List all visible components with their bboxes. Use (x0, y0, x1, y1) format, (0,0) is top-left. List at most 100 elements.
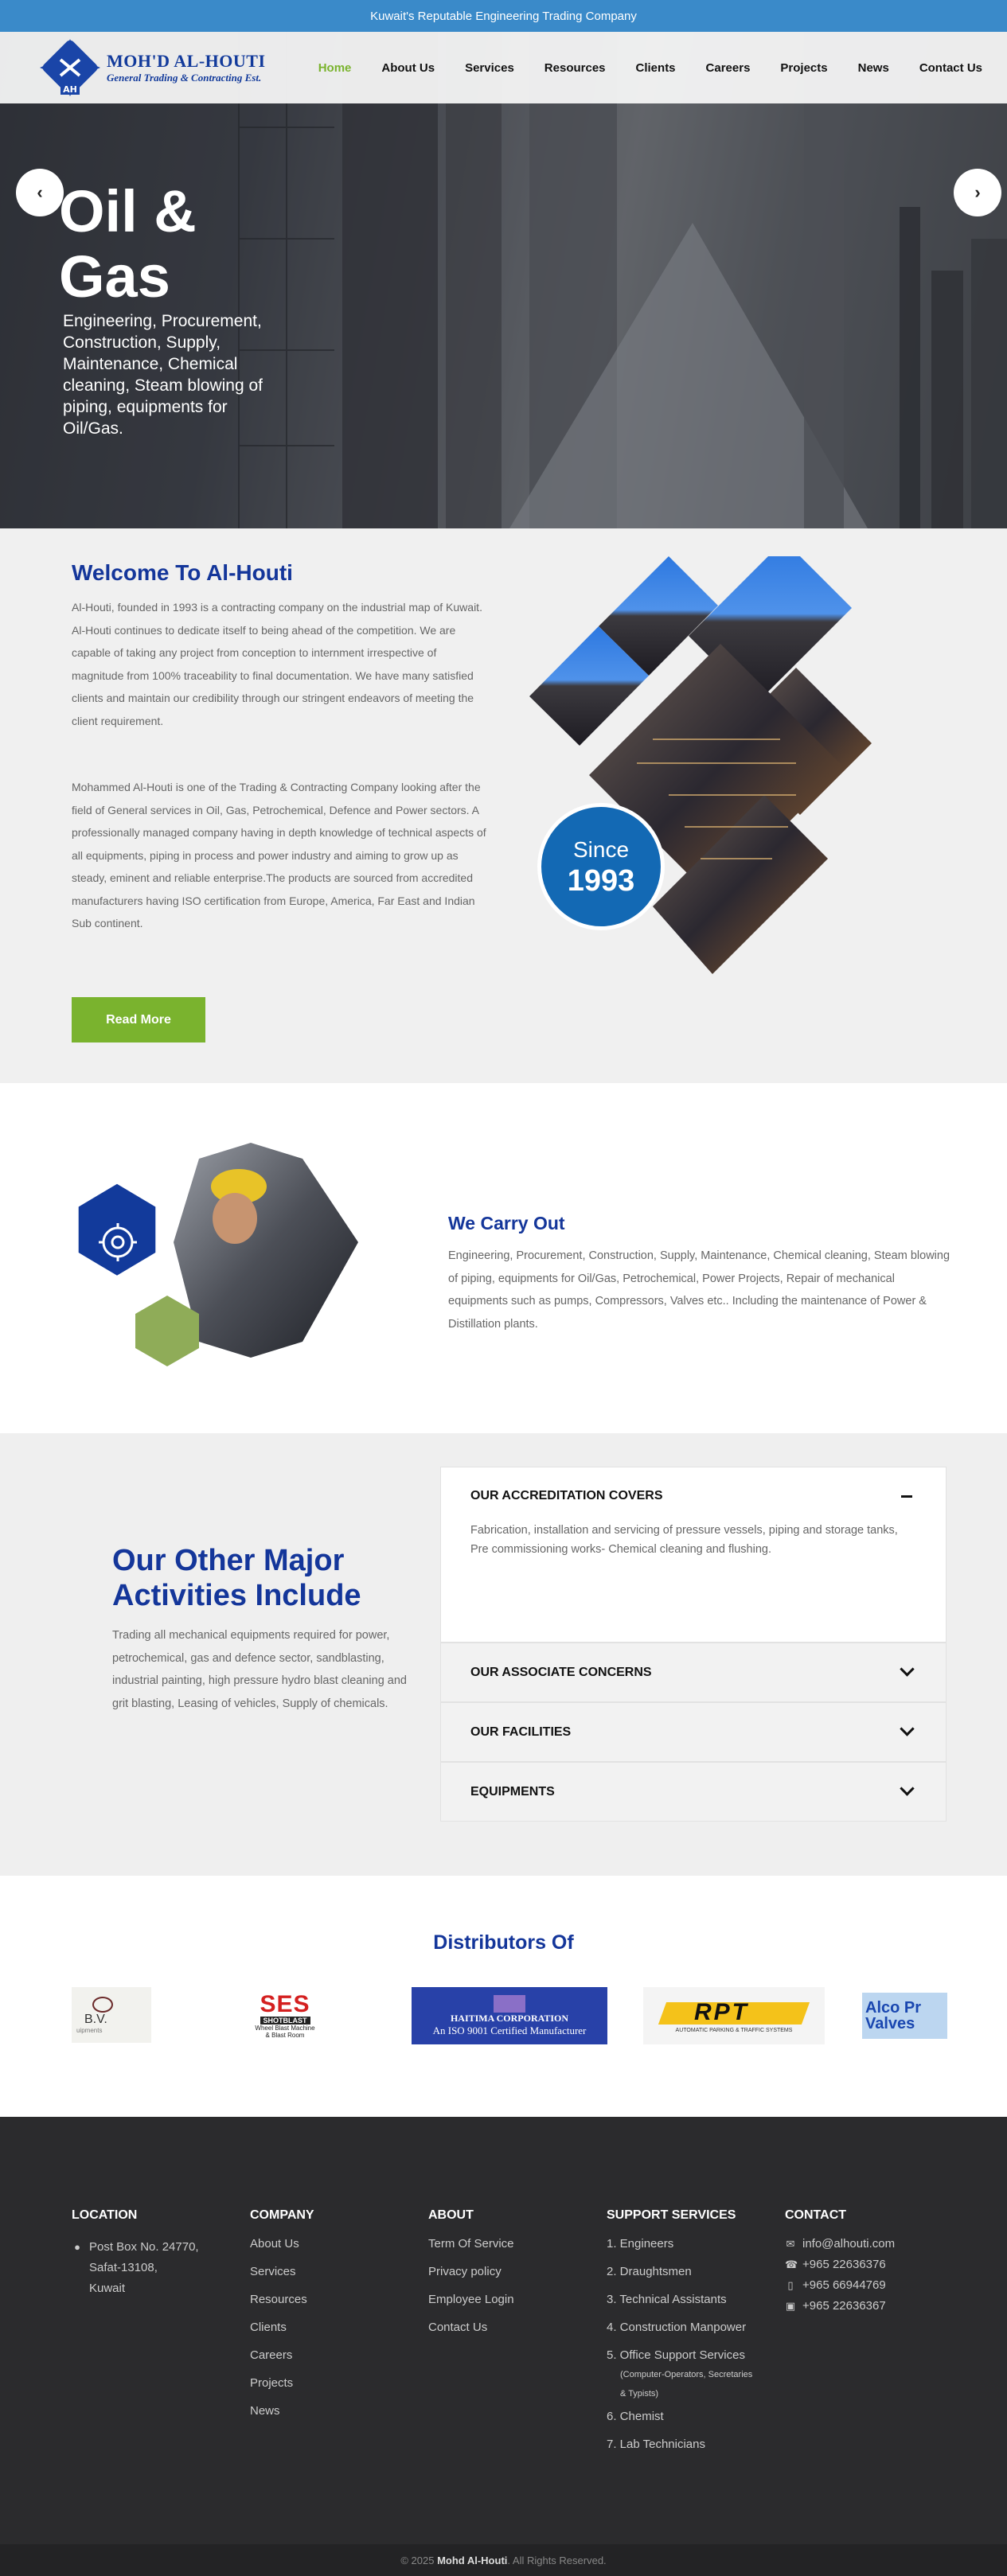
slider-prev-button[interactable]: ‹ (16, 169, 64, 216)
copyright-bar: © 2025 Mohd Al-Houti. All Rights Reserve… (0, 2544, 1007, 2576)
support-item: 5. Office Support Services (607, 2348, 745, 2362)
nav-careers[interactable]: Careers (691, 61, 766, 75)
footer-link-careers[interactable]: Careers (250, 2348, 314, 2362)
footer-link-about-us[interactable]: About Us (250, 2237, 314, 2251)
accordion: OUR ACCREDITATION COVERS Fabrication, in… (440, 1467, 947, 1822)
top-announcement-bar: Kuwait's Reputable Engineering Trading C… (0, 0, 1007, 32)
accordion-item-accreditation[interactable]: OUR ACCREDITATION COVERS Fabrication, in… (440, 1467, 947, 1643)
activities-title: Our Other Major Activities Include (112, 1544, 361, 1612)
welcome-paragraph-1: Al-Houti, founded in 1993 is a contracti… (72, 601, 482, 727)
footer-link-employee-login[interactable]: Employee Login (428, 2293, 514, 2306)
contact-email[interactable]: info@alhouti.com (802, 2237, 895, 2251)
mobile-icon: ▯ (787, 2279, 794, 2291)
nav-resources[interactable]: Resources (529, 61, 621, 75)
main-nav: Home About Us Services Resources Clients… (318, 61, 997, 75)
carry-title: We Carry Out (448, 1213, 565, 1233)
refinery-diamond-collage (529, 556, 872, 974)
footer-heading: ABOUT (428, 2208, 474, 2222)
accordion-item-facilities[interactable]: OUR FACILITIES (440, 1702, 947, 1762)
chevron-down-icon (900, 1721, 915, 1736)
chevron-left-icon: ‹ (37, 182, 43, 202)
support-item: 7. Lab Technicians (607, 2438, 705, 2451)
logo-name: MOH'D AL-HOUTI (107, 51, 266, 71)
footer-heading: SUPPORT SERVICES (607, 2208, 736, 2222)
nav-home[interactable]: Home (318, 61, 367, 75)
distributor-logo-1[interactable]: B.V. uipments (72, 1987, 151, 2043)
distributors-section: Distributors Of B.V. uipments SES SHOTBL… (0, 1876, 1007, 2117)
footer-contact: CONTACT ✉ info@alhouti.com ☎ +965 22636376… (785, 2208, 895, 2320)
minus-icon[interactable] (901, 1495, 912, 1498)
location-pin-icon: ● (74, 2241, 80, 2253)
hero-slider: Oil & Gas Engineering, Procurement, Cons… (0, 32, 1007, 528)
nav-news[interactable]: News (843, 61, 904, 75)
accordion-body: Fabrication, installation and servicing … (470, 1524, 898, 1556)
footer-link-projects[interactable]: Projects (250, 2376, 314, 2390)
copyright-company: Mohd Al-Houti (437, 2554, 508, 2566)
announcement-text: Kuwait's Reputable Engineering Trading C… (370, 9, 637, 23)
distributor-logo-haitima[interactable]: HAITIMA CORPORATION An ISO 9001 Certifie… (412, 1987, 607, 2044)
footer-company: COMPANY About Us Services Resources Clie… (250, 2208, 314, 2432)
nav-about-us[interactable]: About Us (366, 61, 450, 75)
welcome-paragraph-2: Mohammed Al-Houti is one of the Trading … (72, 781, 486, 929)
distributor-logo-alco[interactable]: Alco Pr Valves (862, 1993, 947, 2039)
carry-text: Engineering, Procurement, Construction, … (448, 1249, 950, 1331)
site-footer: LOCATION ● Post Box No. 24770, Safat-1310… (0, 2117, 1007, 2544)
footer-link-terms[interactable]: Term Of Service (428, 2237, 514, 2251)
chevron-down-icon (900, 1781, 915, 1796)
site-logo[interactable]: AH MOH'D AL-HOUTI General Trading & Cont… (38, 37, 266, 98)
chevron-right-icon: › (974, 182, 981, 202)
footer-about: ABOUT Term Of Service Privacy policy Emp… (428, 2208, 514, 2348)
footer-link-resources[interactable]: Resources (250, 2293, 314, 2306)
logo-tagline: General Trading & Contracting Est. (107, 72, 262, 84)
welcome-title: Welcome To Al-Houti (72, 560, 293, 585)
svg-text:AH: AH (63, 84, 77, 95)
distributors-title: Distributors Of (433, 1931, 574, 1954)
activities-text: Trading all mechanical equipments requir… (112, 1629, 407, 1710)
support-item: 4. Construction Manpower (607, 2321, 747, 2334)
read-more-button[interactable]: Read More (72, 997, 205, 1042)
support-item: 1. Engineers (607, 2237, 674, 2251)
distributor-logo-ses[interactable]: SES SHOTBLAST Wheel Blast Machine & Blas… (247, 1987, 323, 2044)
logo-mark-icon: AH (38, 37, 102, 98)
support-item: 2. Draughtsmen (607, 2265, 692, 2278)
chevron-down-icon (900, 1662, 915, 1677)
footer-link-privacy[interactable]: Privacy policy (428, 2265, 514, 2278)
nav-services[interactable]: Services (450, 61, 529, 75)
site-header: AH MOH'D AL-HOUTI General Trading & Cont… (0, 32, 1007, 103)
accordion-item-associate-concerns[interactable]: OUR ASSOCIATE CONCERNS (440, 1643, 947, 1702)
welcome-section: Welcome To Al-Houti Al-Houti, founded in… (0, 528, 1007, 1083)
phone-icon: ☎ (785, 2258, 798, 2270)
footer-heading: COMPANY (250, 2208, 314, 2222)
nav-clients[interactable]: Clients (621, 61, 691, 75)
accordion-title: OUR ACCREDITATION COVERS (470, 1489, 663, 1502)
distributor-logo-rpt[interactable]: RPT AUTOMATIC PARKING & TRAFFIC SYSTEMS (643, 1987, 825, 2044)
footer-link-services[interactable]: Services (250, 2265, 314, 2278)
nav-contact-us[interactable]: Contact Us (904, 61, 997, 75)
footer-heading: CONTACT (785, 2208, 847, 2222)
haitima-emblem-icon (494, 1994, 525, 2013)
footer-link-news[interactable]: News (250, 2404, 314, 2418)
fax-icon: ▣ (785, 2300, 796, 2312)
footer-support-services: SUPPORT SERVICES 1. Engineers 2. Draught… (607, 2208, 752, 2465)
worker-hexagon-graphic (78, 1143, 358, 1366)
accordion-title: OUR FACILITIES (470, 1724, 572, 1739)
contact-mobile[interactable]: +965 66944769 (802, 2278, 886, 2292)
footer-location: LOCATION ● Post Box No. 24770, Safat-1310… (72, 2208, 199, 2295)
we-carry-out-section: We Carry Out Engineering, Procurement, C… (0, 1083, 1007, 1433)
footer-heading: LOCATION (72, 2208, 138, 2222)
since-badge: Since 1993 (537, 803, 665, 930)
slider-next-button[interactable]: › (954, 169, 1001, 216)
hero-description: Engineering, Procurement, Construction, … (63, 312, 263, 438)
accordion-item-equipments[interactable]: EQUIPMENTS (440, 1762, 947, 1822)
hero-title: Oil & Gas (59, 178, 197, 310)
distributor-emblem-icon (92, 1996, 113, 2013)
footer-link-contact-us[interactable]: Contact Us (428, 2321, 514, 2334)
contact-phone[interactable]: +965 22636376 (802, 2258, 886, 2271)
accordion-title: EQUIPMENTS (470, 1784, 555, 1799)
footer-link-clients[interactable]: Clients (250, 2321, 314, 2334)
support-item: 3. Technical Assistants (607, 2293, 727, 2306)
nav-projects[interactable]: Projects (765, 61, 842, 75)
support-note: (Computer-Operators, Secretaries & Typis… (620, 2370, 753, 2399)
support-item: 6. Chemist (607, 2410, 664, 2423)
contact-fax: +965 22636367 (802, 2299, 886, 2313)
